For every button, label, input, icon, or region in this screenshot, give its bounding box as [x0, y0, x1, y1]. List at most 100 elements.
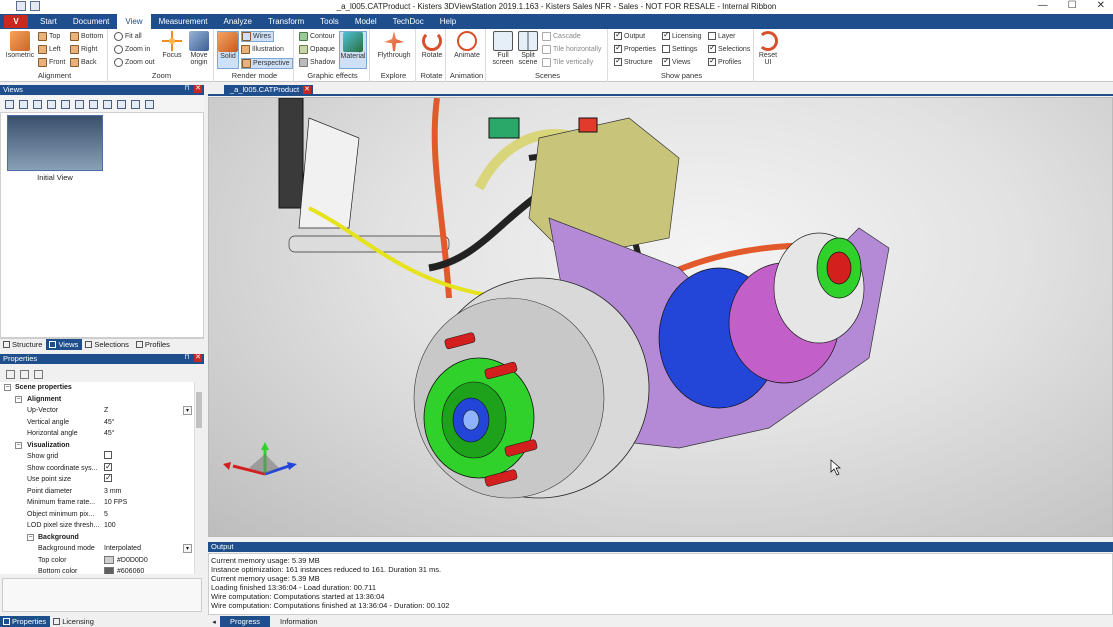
split-scene-button[interactable]: Split scene — [516, 31, 540, 66]
tab-model[interactable]: Model — [347, 14, 385, 29]
animate-button[interactable]: Animate — [452, 31, 482, 59]
move-origin-button[interactable]: Move origin — [186, 31, 212, 66]
document-tab[interactable]: _a_l005.CATProduct ✕ — [224, 85, 314, 95]
property-value[interactable]: #606060 — [117, 568, 144, 574]
left-view-button[interactable]: Left — [38, 45, 61, 54]
property-value[interactable]: Z — [104, 405, 192, 417]
view-tool-icon[interactable] — [5, 99, 14, 109]
property-row[interactable]: LOD pixel size thresh... 100 — [0, 520, 194, 532]
property-value[interactable]: 10 FPS — [104, 497, 192, 509]
properties-scrollbar[interactable] — [194, 382, 202, 574]
property-row[interactable]: Bottom color #606060 — [0, 566, 194, 574]
property-row[interactable]: Minimum frame rate... 10 FPS — [0, 497, 194, 509]
property-value[interactable]: 3 mm — [104, 486, 192, 498]
zoom-out-button[interactable]: Zoom out — [114, 58, 155, 67]
structure-pane-checkbox[interactable]: Structure — [614, 56, 652, 66]
zoom-in-button[interactable]: Zoom in — [114, 45, 150, 54]
property-value[interactable]: #D0D0D0 — [117, 557, 148, 564]
minimize-button[interactable]: — — [1038, 0, 1048, 11]
tab-progress[interactable]: Progress — [220, 616, 271, 627]
3d-viewport[interactable] — [208, 97, 1113, 537]
fit-all-button[interactable]: Fit all — [114, 32, 142, 41]
tab-structure[interactable]: Structure — [0, 339, 46, 350]
bottom-view-button[interactable]: Bottom — [70, 32, 103, 41]
pin-icon[interactable]: ⊓ — [183, 85, 191, 93]
tab-measurement[interactable]: Measurement — [151, 14, 216, 29]
view-tool-icon[interactable] — [61, 99, 70, 109]
app-menu-button[interactable]: V — [4, 15, 28, 28]
property-section[interactable]: − Visualization — [0, 440, 194, 452]
view-tool-icon[interactable] — [33, 99, 42, 109]
opaque-button[interactable]: Opaque — [299, 45, 335, 54]
licensing-pane-checkbox[interactable]: Licensing — [662, 30, 702, 40]
property-value[interactable]: 100 — [104, 520, 192, 532]
tab-profiles[interactable]: Profiles — [133, 339, 174, 350]
property-row[interactable]: Use point size — [0, 472, 194, 486]
property-value[interactable]: 5 — [104, 509, 192, 521]
tab-information[interactable]: Information — [270, 616, 328, 627]
close-document-icon[interactable]: ✕ — [303, 86, 312, 94]
categorized-icon[interactable] — [6, 369, 15, 379]
full-screen-button[interactable]: Full screen — [490, 31, 516, 66]
close-button[interactable]: ✕ — [1097, 0, 1105, 11]
property-value[interactable]: Interpolated — [104, 543, 192, 555]
collapse-icon[interactable]: − — [27, 533, 34, 541]
collapse-icon[interactable]: − — [15, 395, 22, 403]
collapse-icon[interactable]: − — [15, 441, 22, 449]
profiles-pane-checkbox[interactable]: Profiles — [708, 56, 741, 66]
contour-button[interactable]: Contour — [299, 32, 335, 41]
property-row[interactable]: Up-Vector Z ▾ — [0, 405, 194, 417]
tab-properties[interactable]: Properties — [0, 616, 51, 627]
wires-button[interactable]: Wires — [241, 31, 274, 42]
tab-techdoc[interactable]: TechDoc — [385, 14, 432, 29]
tab-tools[interactable]: Tools — [312, 14, 347, 29]
show-grid-checkbox[interactable] — [104, 451, 112, 459]
view-tool-icon[interactable] — [89, 99, 98, 109]
view-tool-icon[interactable] — [145, 99, 154, 109]
property-row[interactable]: Object minimum pix... 5 — [0, 509, 194, 521]
view-tool-icon[interactable] — [131, 99, 140, 109]
tab-licensing[interactable]: Licensing — [50, 616, 98, 627]
tab-help[interactable]: Help — [432, 14, 464, 29]
view-tool-icon[interactable] — [47, 99, 56, 109]
property-value[interactable]: 45° — [104, 417, 192, 429]
scroll-left-icon[interactable]: ◂ — [208, 618, 220, 626]
close-icon[interactable]: ✕ — [194, 85, 202, 93]
isometric-button[interactable]: Isometric — [4, 31, 36, 59]
layer-pane-checkbox[interactable]: Layer — [708, 32, 736, 40]
tab-analyze[interactable]: Analyze — [216, 14, 260, 29]
property-row[interactable]: Vertical angle 45° — [0, 417, 194, 429]
property-row[interactable]: Show grid — [0, 451, 194, 463]
view-thumbnail[interactable] — [7, 115, 103, 171]
color-swatch[interactable] — [104, 555, 114, 564]
views-pane-checkbox[interactable]: Views — [662, 56, 691, 66]
tab-views[interactable]: Views — [46, 339, 83, 350]
output-pane-checkbox[interactable]: Output — [614, 30, 645, 40]
top-view-button[interactable]: Top — [38, 32, 60, 41]
right-view-button[interactable]: Right — [70, 45, 97, 54]
settings-pane-checkbox[interactable]: Settings — [662, 45, 697, 53]
flythrough-button[interactable]: Flythrough — [374, 31, 414, 59]
alphabetical-icon[interactable] — [20, 369, 29, 379]
tile-horizontally-button[interactable]: Tile horizontally — [542, 45, 601, 54]
property-value[interactable]: 45° — [104, 428, 192, 440]
view-tool-icon[interactable] — [103, 99, 112, 109]
maximize-button[interactable]: ☐ — [1068, 0, 1077, 11]
illustration-button[interactable]: Illustration — [241, 45, 284, 54]
dropdown-arrow-icon[interactable]: ▾ — [183, 544, 192, 553]
tab-selections[interactable]: Selections — [82, 339, 133, 350]
selections-pane-checkbox[interactable]: Selections — [708, 43, 750, 53]
view-tool-icon[interactable] — [75, 99, 84, 109]
use-point-size-checkbox[interactable] — [104, 472, 112, 484]
tab-start[interactable]: Start — [32, 14, 65, 29]
cascade-button[interactable]: Cascade — [542, 32, 581, 41]
focus-button[interactable]: Focus — [160, 31, 184, 59]
dropdown-arrow-icon[interactable]: ▾ — [183, 406, 192, 415]
property-pages-icon[interactable] — [34, 369, 43, 379]
tab-view[interactable]: View — [117, 14, 151, 29]
reset-ui-button[interactable]: Reset UI — [756, 31, 780, 66]
collapse-icon[interactable]: − — [4, 384, 11, 391]
show-coordinate-system-checkbox[interactable] — [104, 461, 112, 472]
tab-document[interactable]: Document — [65, 14, 117, 29]
front-view-button[interactable]: Front — [38, 58, 65, 67]
